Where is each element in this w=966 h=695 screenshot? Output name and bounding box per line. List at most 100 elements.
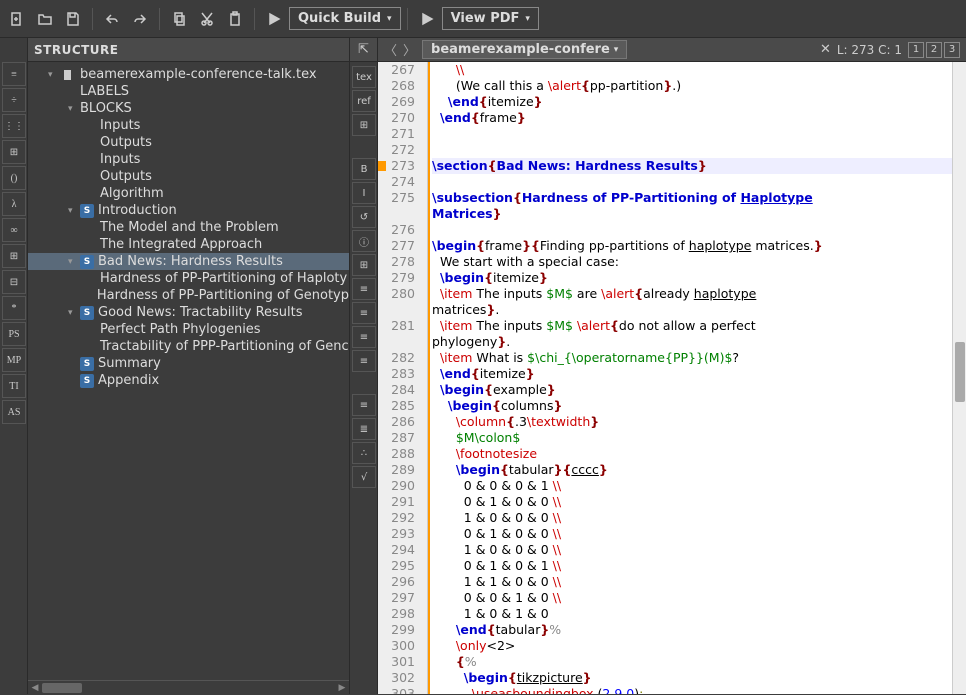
symbol-button[interactable]: ⋮⋮ [2, 114, 26, 138]
code-line[interactable]: (We call this a \alert{pp-partition}.) [432, 78, 952, 94]
code-line[interactable]: $M\colon$ [432, 430, 952, 446]
code-line[interactable]: \subsection{Hardness of PP-Partitioning … [432, 190, 952, 206]
code-line[interactable]: \only<2> [432, 638, 952, 654]
redo-button[interactable] [127, 6, 153, 32]
tool-button[interactable]: ≡ [352, 350, 376, 372]
code-line[interactable]: \begin{example} [432, 382, 952, 398]
tree-item[interactable]: SSummary [28, 355, 349, 372]
cut-button[interactable] [194, 6, 220, 32]
tree-item[interactable]: Outputs [28, 168, 349, 185]
open-file-button[interactable] [32, 6, 58, 32]
tool-button[interactable]: ⓘ [352, 230, 376, 252]
save-button[interactable] [60, 6, 86, 32]
nav-back-button[interactable]: 〈 [384, 40, 397, 59]
code-line[interactable]: \item The inputs $M$ are \alert{already … [432, 286, 952, 302]
tool-button[interactable]: ≣ [352, 418, 376, 440]
pane-button-1[interactable]: 1 [908, 42, 924, 58]
undo-button[interactable] [99, 6, 125, 32]
tree-item[interactable]: Hardness of PP-Partitioning of Genotyp [28, 287, 349, 304]
symbol-button[interactable]: TI [2, 374, 26, 398]
code-line[interactable] [432, 174, 952, 190]
tree-item[interactable]: SAppendix [28, 372, 349, 389]
tool-button[interactable]: ⊞ [352, 254, 376, 276]
structure-tree[interactable]: ▾beamerexample-conference-talk.texLABELS… [28, 62, 349, 680]
symbol-button[interactable]: * [2, 296, 26, 320]
paste-button[interactable] [222, 6, 248, 32]
symbol-button[interactable]: MP [2, 348, 26, 372]
symbol-button[interactable]: ÷ [2, 88, 26, 112]
tool-button[interactable]: ∴ [352, 442, 376, 464]
code-line[interactable]: {% [432, 654, 952, 670]
tree-item[interactable]: Inputs [28, 151, 349, 168]
code-line[interactable]: \item What is $\chi_{\operatorname{PP}}(… [432, 350, 952, 366]
code-line[interactable]: \end{frame} [432, 110, 952, 126]
symbol-button[interactable]: λ [2, 192, 26, 216]
code-line[interactable]: We start with a special case: [432, 254, 952, 270]
code-line[interactable]: 0 & 1 & 0 & 0 \\ [432, 494, 952, 510]
scroll-left-icon[interactable]: ◀ [28, 681, 42, 695]
tree-item[interactable]: ▾beamerexample-conference-talk.tex [28, 66, 349, 83]
symbol-button[interactable]: ⊟ [2, 270, 26, 294]
tree-item[interactable]: The Model and the Problem [28, 219, 349, 236]
tree-item[interactable]: Perfect Path Phylogenies [28, 321, 349, 338]
code-line[interactable]: \column{.3\textwidth} [432, 414, 952, 430]
scroll-thumb[interactable] [42, 683, 82, 693]
view-button[interactable] [414, 6, 440, 32]
tree-item[interactable]: ▾BLOCKS [28, 100, 349, 117]
tool-button[interactable]: ≡ [352, 302, 376, 324]
symbol-button[interactable]: () [2, 166, 26, 190]
code-line[interactable]: 1 & 0 & 1 & 0 [432, 606, 952, 622]
symbol-button[interactable]: ≡ [2, 62, 26, 86]
code-line[interactable] [432, 222, 952, 238]
nav-forward-button[interactable]: 〉 [403, 40, 416, 59]
code-line[interactable] [432, 126, 952, 142]
tool-button[interactable]: ≡ [352, 278, 376, 300]
code-line[interactable]: \begin{columns} [432, 398, 952, 414]
code-line[interactable]: \section{Bad News: Hardness Results} [432, 158, 952, 174]
view-pdf-dropdown[interactable]: View PDF [442, 7, 539, 30]
tool-button[interactable]: ⊞ [352, 114, 376, 136]
code-line[interactable]: \\ [432, 62, 952, 78]
code-line[interactable]: \begin{frame}{Finding pp-partitions of h… [432, 238, 952, 254]
symbol-button[interactable]: PS [2, 322, 26, 346]
tree-item[interactable]: ▾SBad News: Hardness Results [28, 253, 349, 270]
tool-button[interactable]: ↺ [352, 206, 376, 228]
structure-h-scrollbar[interactable]: ◀ ▶ [28, 680, 349, 694]
pane-button-3[interactable]: 3 [944, 42, 960, 58]
scroll-thumb[interactable] [955, 342, 965, 402]
tool-button[interactable]: ref [352, 90, 376, 112]
code-lines[interactable]: \\ (We call this a \alert{pp-partition}.… [428, 62, 952, 694]
code-line[interactable]: \useasboundingbox (2.9,0); [432, 686, 952, 694]
symbol-button[interactable]: ∞ [2, 218, 26, 242]
code-line[interactable]: \begin{tabular}{cccc} [432, 462, 952, 478]
tree-item[interactable]: Algorithm [28, 185, 349, 202]
code-line[interactable]: \footnotesize [432, 446, 952, 462]
filename-dropdown[interactable]: beamerexample-confere [422, 40, 627, 59]
editor-v-scrollbar[interactable] [952, 62, 966, 694]
code-line[interactable]: \end{itemize} [432, 366, 952, 382]
tree-item[interactable]: Hardness of PP-Partitioning of Haploty [28, 270, 349, 287]
code-line[interactable]: \end{tabular}% [432, 622, 952, 638]
tree-item[interactable]: LABELS [28, 83, 349, 100]
tree-item[interactable]: ▾SGood News: Tractability Results [28, 304, 349, 321]
pane-button-2[interactable]: 2 [926, 42, 942, 58]
tool-button[interactable]: tex [352, 66, 376, 88]
scroll-right-icon[interactable]: ▶ [335, 681, 349, 695]
code-line[interactable]: 1 & 0 & 0 & 0 \\ [432, 542, 952, 558]
code-line[interactable]: 0 & 1 & 0 & 0 \\ [432, 526, 952, 542]
close-tab-button[interactable]: ✕ [820, 42, 831, 57]
symbol-button[interactable]: AS [2, 400, 26, 424]
tool-button[interactable]: ≡ [352, 394, 376, 416]
code-line[interactable]: phylogeny}. [432, 334, 952, 350]
code-line[interactable]: matrices}. [432, 302, 952, 318]
tool-button[interactable]: ≡ [352, 326, 376, 348]
code-line[interactable]: Matrices} [432, 206, 952, 222]
code-line[interactable]: 0 & 0 & 1 & 0 \\ [432, 590, 952, 606]
tool-button[interactable]: I [352, 182, 376, 204]
tool-button[interactable]: √ [352, 466, 376, 488]
copy-button[interactable] [166, 6, 192, 32]
symbol-button[interactable]: ⊞ [2, 244, 26, 268]
code-line[interactable]: 1 & 0 & 0 & 0 \\ [432, 510, 952, 526]
tree-item[interactable]: Tractability of PPP-Partitioning of Genc [28, 338, 349, 355]
code-line[interactable]: \begin{itemize} [432, 270, 952, 286]
